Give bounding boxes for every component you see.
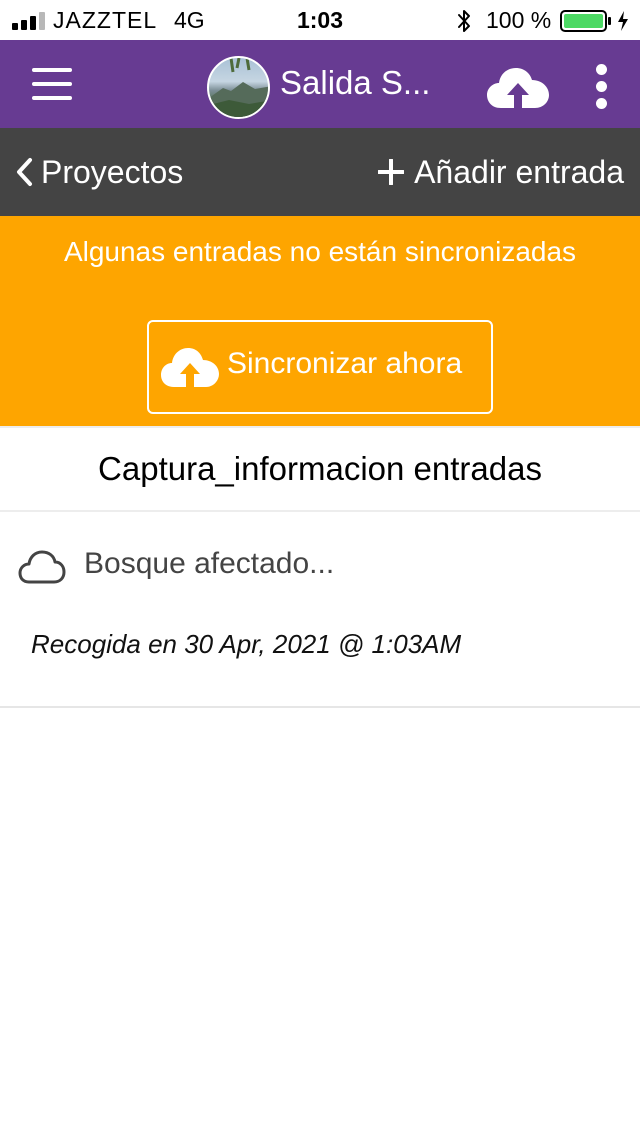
sync-now-label: Sincronizar ahora: [227, 347, 463, 380]
unsynced-banner: Algunas entradas no están sincronizadas …: [0, 216, 640, 426]
list-title: Captura_informacion entradas: [0, 426, 640, 512]
cloud-upload-icon[interactable]: [487, 66, 549, 110]
hamburger-icon: [32, 68, 72, 72]
battery-icon: [560, 10, 611, 32]
chevron-left-icon: [17, 158, 32, 186]
plus-icon: [378, 159, 405, 185]
navigation-bar: Proyectos Añadir entrada: [0, 128, 640, 216]
battery-percent: 100 %: [486, 7, 552, 33]
entry-title: Bosque afectado...: [84, 547, 335, 580]
project-avatar: [207, 56, 270, 119]
list-item[interactable]: Bosque afectado... Recogida en 30 Apr, 2…: [0, 512, 640, 708]
entry-collected-date: Recogida en 30 Apr, 2021 @ 1:03AM: [31, 629, 462, 659]
cloud-outline-icon: [18, 550, 66, 584]
more-vertical-icon: [596, 64, 607, 75]
charging-icon: [618, 11, 628, 31]
bluetooth-icon: [458, 10, 470, 32]
unsynced-message: Algunas entradas no están sincronizadas: [63, 236, 577, 267]
app-bar: Salida S...: [0, 40, 640, 128]
back-to-projects-button[interactable]: Proyectos: [14, 150, 183, 194]
cloud-upload-icon: [161, 348, 219, 387]
sync-now-button[interactable]: Sincronizar ahora: [147, 320, 493, 414]
hamburger-menu-button[interactable]: [26, 64, 78, 104]
status-bar: JAZZTEL 4G 1:03 100 %: [0, 0, 640, 40]
back-label: Proyectos: [41, 153, 184, 190]
app-bar-title: Salida S...: [280, 64, 431, 101]
more-options-button[interactable]: [588, 62, 616, 112]
add-entry-button[interactable]: Añadir entrada: [378, 150, 624, 194]
add-entry-label: Añadir entrada: [414, 153, 624, 190]
mountain-photo-icon: [209, 58, 268, 117]
